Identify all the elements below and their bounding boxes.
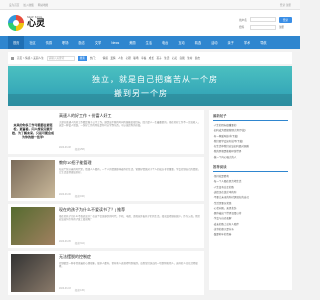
sitemap-link[interactable]: 网站地图 [38,3,48,7]
hot-tag[interactable]: 成长 [149,56,154,60]
post-excerpt: 现在的孩子为什么不喜欢读书？在这个信息爆炸的时代，手机、电视、游戏充斥着孩子们的… [59,215,201,222]
banner-quote-line-2: 搬到另一个房 [114,89,168,98]
nav-item[interactable]: 导航 [255,36,271,49]
nav-item[interactable]: 社区 [24,36,40,49]
post-views: 阅读(312) [74,243,85,245]
post-item[interactable]: 无法摆脱的控制症 控制欲是一种非常普遍的心理现象，很多人都有，但有些人表现得特别… [8,251,204,295]
logo-chinese: 心灵 [27,18,46,29]
hot-tag[interactable]: 爱情 [110,56,115,60]
hot-tag[interactable]: 励志 [195,56,200,60]
sidebar-link[interactable]: ·致那些年的青春 [213,232,288,237]
nav-item[interactable]: 励志 [74,36,90,49]
sidebar-heading-recommended: 推荐阅读 [213,164,288,173]
post-list: 未来的你多工作可能都会更轻松，更富裕，问人想说完要开始，为了解未来，只是可能会成… [8,110,204,298]
post-meta: 2020-03-05 阅读(312) [59,241,201,245]
home-icon[interactable] [11,56,14,60]
post-date: 2020-03-03 [59,288,71,290]
nav-item[interactable]: 精选 [190,36,206,49]
post-excerpt: 控制欲是一种非常普遍的心理现象，很多人都有，但有些人表现得特别强烈，总想掌控身边… [59,262,198,269]
main-content: 未来的你多工作可能都会更轻松，更富裕，问人想说完要开始，为了解未来，只是可能会成… [8,110,292,298]
search-button[interactable]: 搜索 [77,55,87,61]
post-item[interactable]: 教你10招子能管理 在这个快节奏的时代里，情绪人人都有，一个人的情绪影响着你的生… [8,157,204,201]
post-meta: 2020-03-06 阅读(196) [59,194,201,198]
nav-item[interactable]: 生活 [141,36,157,49]
hot-tag[interactable]: 心理 [126,56,131,60]
hot-tag[interactable]: 幸福 [141,56,146,60]
post-excerpt: 在这个快节奏的时代里，情绪人人都有，一个人的情绪影响着你的生活，管理好情绪对于个… [59,168,201,175]
site-header: NEW SOUL 心灵 用户名 登录 密码 注册 [0,10,300,36]
hot-tag[interactable]: 心灵 [172,56,177,60]
search-input[interactable]: 请输入关键词 [46,55,75,61]
nav-item[interactable]: News [106,36,124,49]
hot-tag[interactable]: 生活 [164,56,169,60]
post-thumbnail[interactable] [11,160,55,198]
hot-tags-label: 热门： [89,57,98,60]
post-views: 阅读(145) [74,290,85,292]
hot-tag[interactable]: 情感 [103,56,108,60]
hero-banner[interactable]: 独立，就是自己把痛苦从一个房 搬到另一个房 [8,66,292,106]
post-views: 阅读(196) [74,196,85,198]
post-date: 2020-03-08 [59,147,71,149]
nav-item[interactable]: 活动 [206,36,222,49]
nav-item[interactable]: 学术 [239,36,255,49]
post-date: 2020-03-05 [59,241,71,243]
nav-item[interactable]: 文学 [90,36,106,49]
register-link[interactable]: 注册 [279,25,292,29]
post-title[interactable]: 无法摆脱的控制症 [59,254,201,260]
nav-item[interactable]: 情感 [41,36,57,49]
hot-tags: 情感 爱情 人生 心理 职场 幸福 成长 孩子 生活 心灵 自我 生命 励志 [103,56,200,60]
login-box: 用户名 登录 密码 注册 [239,16,292,30]
hot-tag[interactable]: 自我 [180,56,185,60]
nav-item[interactable]: 职场 [57,36,73,49]
site-logo[interactable]: NEW SOUL 心灵 [8,15,45,31]
post-views: 阅读(258) [74,149,85,151]
post-item[interactable]: 现在的孩子为什么不爱读书了？| 推荐 现在的孩子为什么不喜欢读书？在这个信息爆炸… [8,204,204,248]
hot-tag[interactable]: 孩子 [156,56,161,60]
sidebar-heading-latest: 最新帖子 [213,113,288,121]
hot-tag[interactable]: 职场 [133,56,138,60]
password-input[interactable] [249,24,276,30]
post-thumbnail[interactable] [11,207,55,245]
nav-item[interactable]: 互动 [173,36,189,49]
post-meta: 2020-03-08 阅读(258) [59,147,201,151]
top-auth-links[interactable]: 登录 注册 [280,3,291,7]
nav-item[interactable]: 首页 [8,36,25,49]
username-input[interactable] [249,17,276,22]
add-favorite-link[interactable]: 加入收藏 [23,3,33,7]
set-homepage-link[interactable]: 设为首页 [9,3,19,7]
hot-tag[interactable]: 生命 [187,56,192,60]
breadcrumb[interactable]: 首页 > 情感 > 美丽人生 [17,56,44,60]
post-item[interactable]: 未来的你多工作可能都会更轻松，更富裕，问人想说完要开始，为了解未来，只是可能会成… [8,110,204,154]
sidebar: 最新帖子 ·人生的目标很重要的 ·如何成为情绪管理大师(下篇) ·有一种爱叫放手… [209,110,292,290]
banner-quote-line-1: 独立，就是自己把痛苦从一个房 [92,75,218,84]
nav-item[interactable]: 电台 [157,36,173,49]
post-thumbnail[interactable] [11,254,55,292]
password-label: 密码 [239,26,245,29]
breadcrumb-bar: 首页 > 情感 > 美丽人生 请输入关键词 搜索 热门： 情感 爱情 人生 心理… [8,52,292,64]
login-button[interactable]: 登录 [278,16,292,23]
main-nav: 首页 社区 情感 职场 励志 文学 News 美丽 生活 电台 互动 精选 活动… [0,36,300,49]
post-meta: 2020-03-03 阅读(145) [59,288,201,292]
nav-item[interactable]: 美丽 [124,36,140,49]
hot-tag[interactable]: 人生 [118,56,123,60]
top-bar: 设为首页 加入收藏 网站地图 登录 注册 [0,0,300,10]
post-title[interactable]: 教你10招子能管理 [59,160,201,166]
post-excerpt: 大部分普通人的好工作都是属于公平工作，越是高平衡的时间的越能实现目标，因为是人一… [59,121,201,128]
post-date: 2020-03-06 [59,194,71,196]
nav-item[interactable]: 亲子 [222,36,238,49]
username-label: 用户名 [239,18,247,22]
post-title[interactable]: 现在的孩子为什么不爱读书了？| 推荐 [59,207,201,213]
post-thumbnail[interactable]: 未来的你多工作可能都会更轻松，更富裕，问人想说完要开始，为了解未来，只是可能会成… [11,113,55,151]
post-title[interactable]: 高速人的好工作 + 份富人好工 [59,113,201,119]
logo-icon [8,15,24,31]
